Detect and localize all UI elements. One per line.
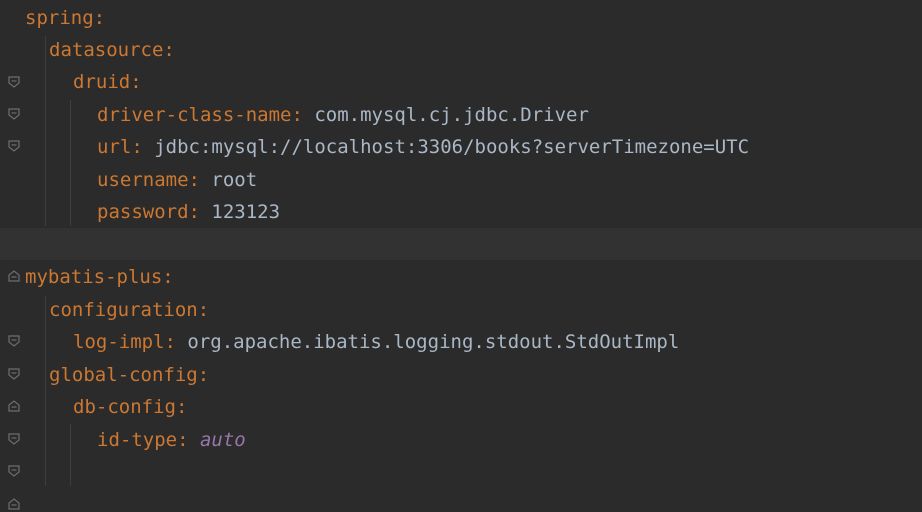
code-line[interactable]: log-impl: org.apache.ibatis.logging.stdo…: [0, 326, 922, 412]
yaml-value: jdbc:mysql://localhost:3306/books?server…: [142, 136, 750, 158]
yaml-key: url: [97, 136, 132, 158]
fold-open-icon[interactable]: [7, 43, 21, 120]
yaml-value: org.apache.ibatis.logging.stdout.StdOutI…: [175, 331, 680, 353]
yaml-colon: :: [131, 136, 143, 158]
code-line[interactable]: configuration:: [0, 294, 922, 380]
yaml-colon: :: [197, 299, 210, 321]
yaml-colon: :: [130, 71, 142, 93]
code-line[interactable]: druid:: [0, 66, 922, 152]
yaml-constant: auto: [199, 429, 246, 451]
yaml-key: username: [97, 169, 189, 191]
yaml-key: configuration: [49, 299, 198, 321]
code-line[interactable]: url: jdbc:mysql://localhost:3306/books?s…: [0, 131, 922, 163]
fold-open-icon[interactable]: [7, 270, 21, 347]
yaml-colon: :: [291, 104, 303, 126]
yaml-key: log-impl: [73, 331, 165, 353]
yaml-colon: :: [163, 39, 175, 61]
yaml-key: id-type: [97, 429, 178, 451]
yaml-colon: :: [164, 331, 176, 353]
yaml-colon: :: [188, 201, 200, 223]
yaml-value: [189, 429, 200, 451]
code-line[interactable]: spring:: [0, 2, 922, 88]
fold-end-icon[interactable]: [7, 335, 21, 412]
code-line[interactable]: id-type: auto: [0, 424, 922, 510]
yaml-key: global-config: [49, 364, 198, 386]
yaml-colon: :: [177, 429, 189, 451]
code-line[interactable]: mybatis-plus:: [0, 261, 922, 347]
fold-end-icon[interactable]: [7, 205, 21, 282]
fold-open-icon[interactable]: [7, 303, 21, 380]
fold-open-icon[interactable]: [7, 11, 21, 88]
yaml-value: root: [199, 169, 258, 191]
code-line[interactable]: db-config:: [0, 391, 922, 477]
yaml-value: com.mysql.cj.jdbc.Driver: [302, 104, 589, 126]
yaml-key: password: [97, 201, 189, 223]
fold-end-icon[interactable]: [7, 433, 21, 510]
code-line[interactable]: username: root: [0, 164, 922, 196]
fold-open-icon[interactable]: [7, 368, 21, 445]
yaml-key: druid: [73, 71, 131, 93]
yaml-key: datasource: [49, 39, 164, 61]
yaml-key: mybatis-plus: [25, 266, 163, 288]
yaml-colon: :: [175, 396, 188, 418]
yaml-colon: :: [93, 7, 106, 29]
yaml-key: spring: [25, 7, 94, 29]
yaml-code-editor[interactable]: spring: datasource: druid: driver-class-…: [0, 0, 922, 512]
code-line[interactable]: driver-class-name: com.mysql.cj.jdbc.Dri…: [0, 99, 922, 131]
yaml-colon: :: [188, 169, 200, 191]
fold-open-icon[interactable]: [7, 75, 21, 152]
yaml-colon: :: [197, 364, 210, 386]
code-line[interactable]: password: 123123: [0, 196, 922, 282]
code-line[interactable]: datasource:: [0, 34, 922, 120]
yaml-key: db-config: [73, 396, 176, 418]
code-line[interactable]: [0, 456, 922, 488]
yaml-colon: :: [162, 266, 174, 288]
yaml-key: driver-class-name: [97, 104, 292, 126]
code-line[interactable]: [0, 228, 922, 260]
code-line[interactable]: global-config:: [0, 359, 922, 445]
yaml-value: 123123: [199, 201, 281, 223]
fold-open-icon[interactable]: [7, 400, 21, 477]
